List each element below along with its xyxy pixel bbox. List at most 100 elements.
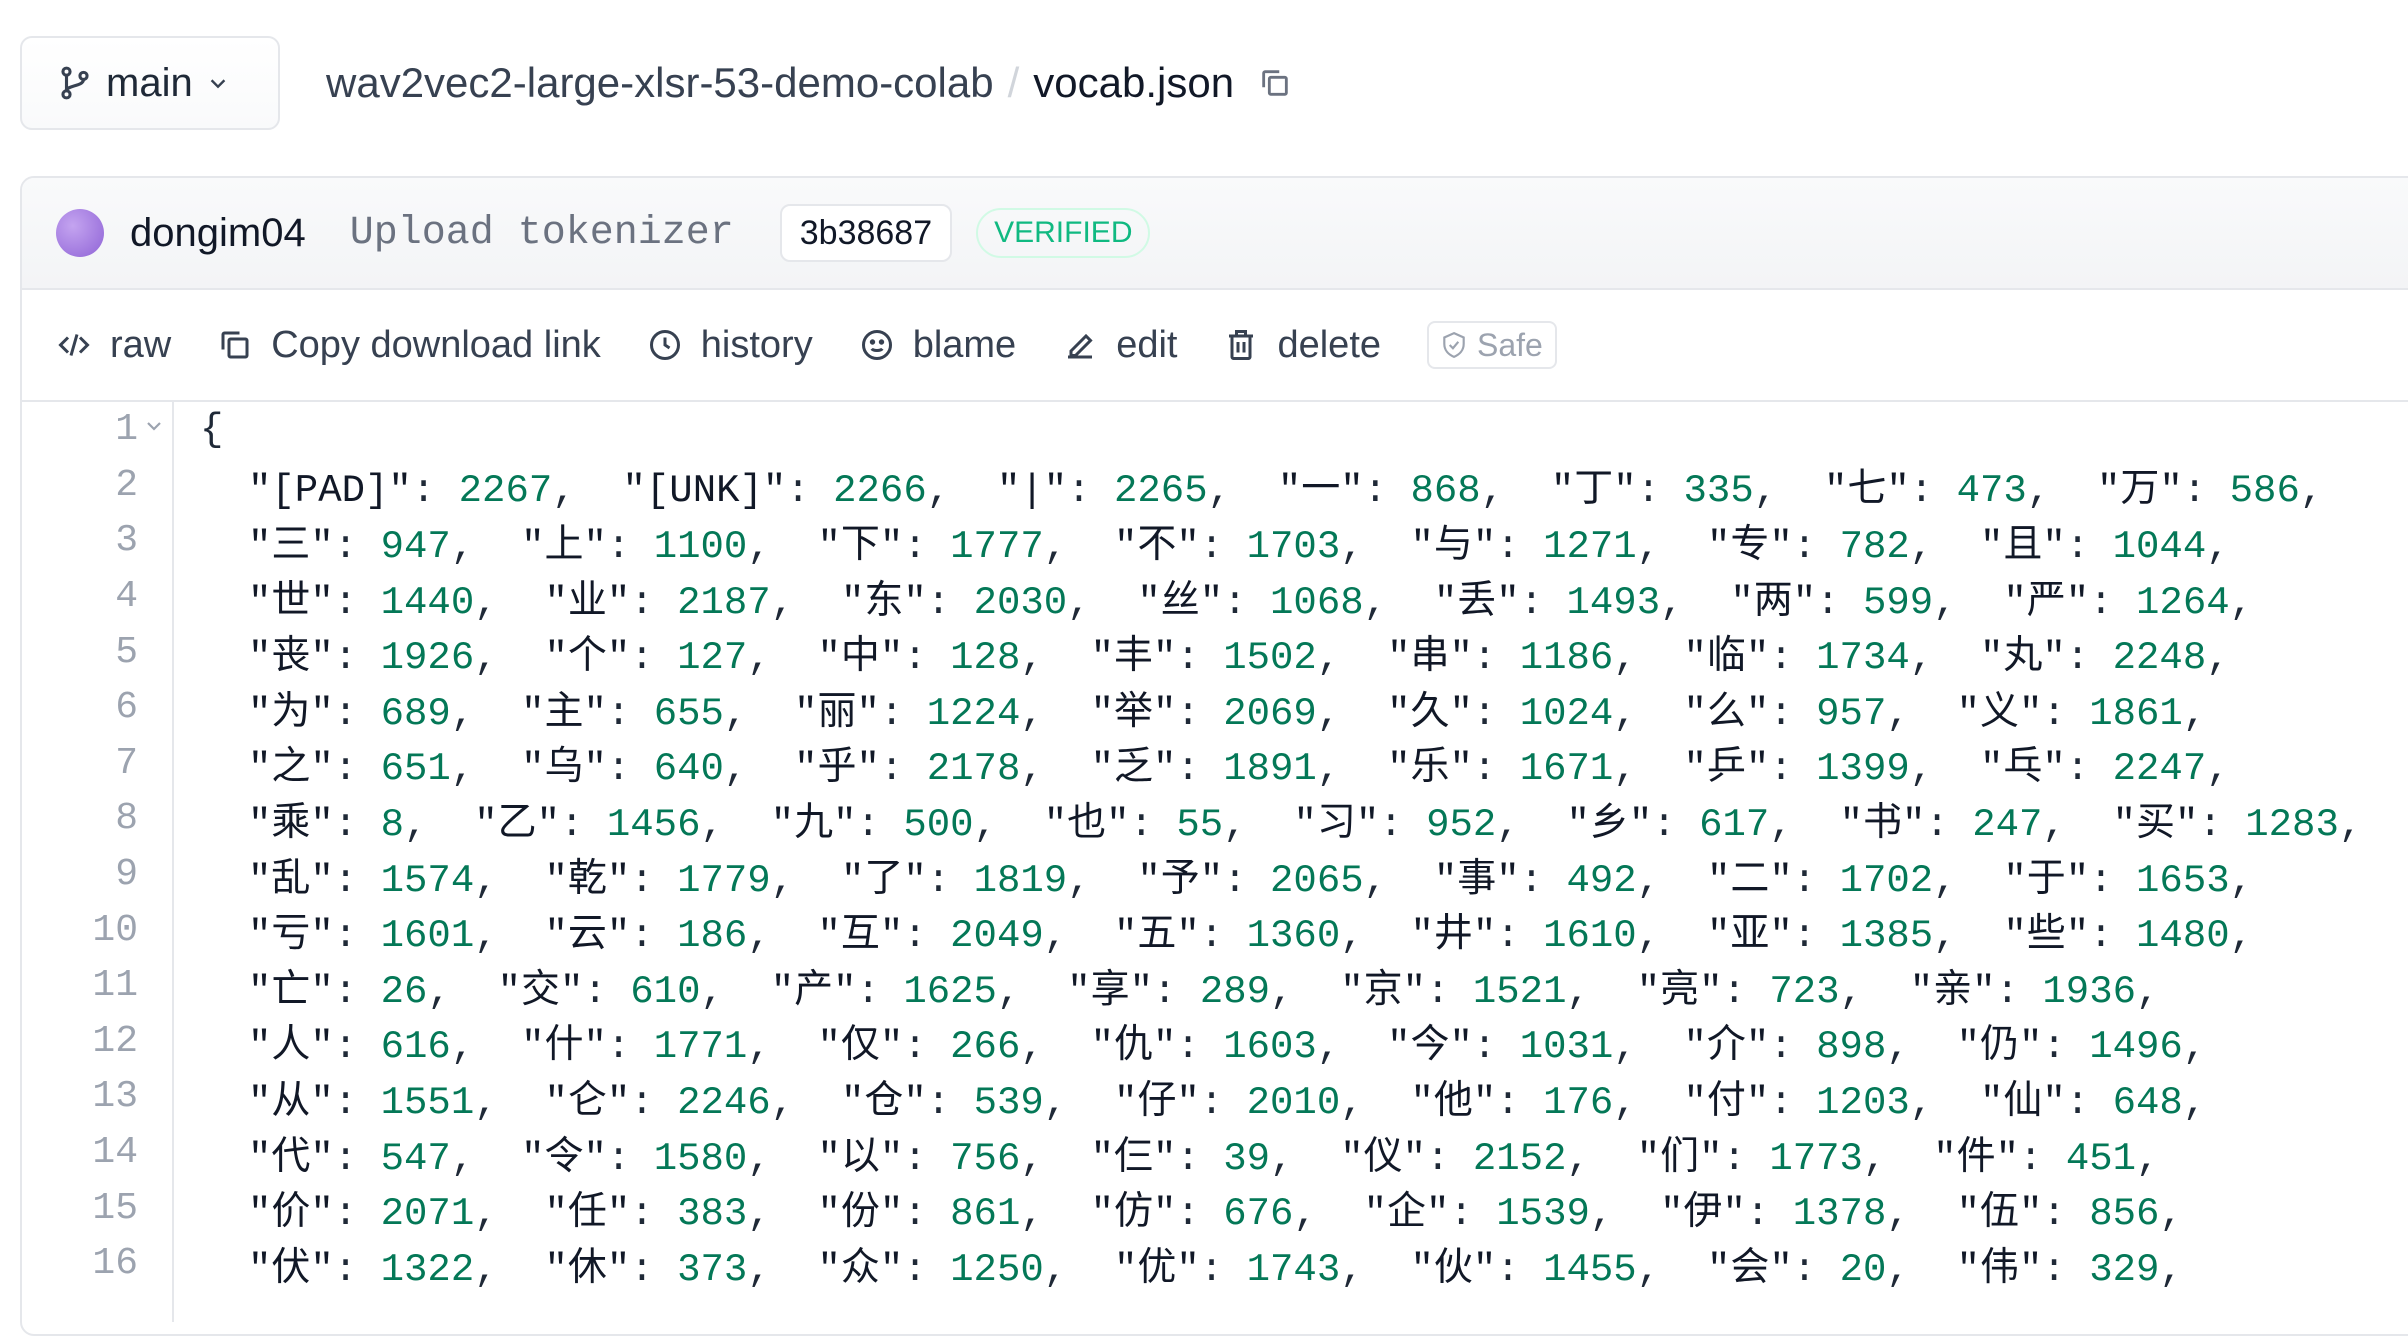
- json-entry: "互": 2049,: [817, 914, 1114, 959]
- json-key: "什": [521, 1025, 607, 1070]
- json-value: 1378: [1792, 1192, 1887, 1237]
- code-line: 5 "丧": 1926, "个": 127, "中": 128, "丰": 150…: [22, 624, 2408, 681]
- json-entry: "于": 1653,: [2003, 858, 2300, 903]
- json-value: 20: [1839, 1247, 1887, 1292]
- json-value: 383: [677, 1192, 748, 1237]
- json-key: "仿": [1090, 1192, 1177, 1237]
- json-entry: "丸": 2248,: [1980, 636, 2277, 681]
- json-key: "亏": [248, 914, 334, 959]
- json-entry: "人": 616,: [248, 1025, 522, 1070]
- avatar[interactable]: [56, 209, 104, 257]
- json-value: 1861: [2089, 691, 2183, 736]
- json-key: "串": [1387, 636, 1473, 681]
- edit-button[interactable]: edit: [1062, 324, 1177, 367]
- json-entry: "中": 128,: [817, 636, 1091, 681]
- commit-sha[interactable]: 3b38687: [779, 204, 953, 262]
- json-key: "临": [1683, 636, 1770, 681]
- history-button[interactable]: history: [647, 324, 813, 367]
- json-key: "仙": [1980, 1080, 2066, 1125]
- json-entry: "|": 2265,: [996, 469, 1278, 514]
- copy-icon[interactable]: [1258, 66, 1292, 100]
- code-text: "[PAD]": 2267, "[UNK]": 2266, "|": 2265,…: [248, 457, 2370, 513]
- json-key: "井": [1410, 914, 1497, 959]
- raw-button[interactable]: raw: [56, 324, 171, 367]
- json-key: "之": [248, 747, 334, 792]
- json-key: "乡": [1566, 802, 1653, 847]
- line-number: 12: [92, 1019, 138, 1063]
- json-value: 756: [950, 1136, 1021, 1181]
- json-value: 2049: [950, 914, 1044, 959]
- code-text: "丧": 1926, "个": 127, "中": 128, "丰": 1502…: [248, 624, 2276, 680]
- json-entry: "件": 451,: [1933, 1136, 2207, 1181]
- json-key: "乌": [521, 747, 607, 792]
- commit-message[interactable]: Upload tokenizer: [350, 211, 734, 256]
- json-entry: "习": 952,: [1293, 802, 1567, 847]
- json-key: "从": [248, 1080, 334, 1125]
- json-entry: "亮": 723,: [1636, 969, 1910, 1014]
- json-key: "京": [1340, 969, 1427, 1014]
- json-entry: "不": 1703,: [1114, 524, 1411, 569]
- json-value: 2266: [833, 469, 927, 514]
- json-value: 2246: [677, 1080, 771, 1125]
- json-key: "仇": [1090, 1025, 1177, 1070]
- json-key: "他": [1410, 1080, 1497, 1125]
- json-entry: "乏": 1891,: [1090, 747, 1388, 792]
- json-key: "伊": [1660, 1192, 1746, 1237]
- json-key: "[UNK]": [622, 469, 787, 514]
- json-value: 8: [380, 802, 405, 847]
- json-entry: "仑": 2246,: [544, 1080, 841, 1125]
- json-key: "乙": [474, 802, 561, 847]
- json-key: "乎": [794, 747, 880, 792]
- json-value: 1743: [1246, 1247, 1341, 1292]
- json-key: "世": [248, 580, 334, 625]
- json-value: 1024: [1519, 691, 1614, 736]
- code-text: "从": 1551, "仑": 2246, "仓": 539, "仔": 201…: [248, 1069, 2253, 1125]
- json-entry: "业": 2187,: [544, 580, 841, 625]
- json-entry: "丝": 1068,: [1137, 580, 1434, 625]
- json-entry: "以": 756,: [817, 1136, 1091, 1181]
- json-entry: "书": 247,: [1839, 802, 2113, 847]
- json-value: 1539: [1496, 1192, 1590, 1237]
- safe-badge[interactable]: Safe: [1427, 321, 1557, 369]
- copy-download-link-button[interactable]: Copy download link: [217, 324, 601, 367]
- json-key: "也": [1043, 802, 1130, 847]
- json-key: "件": [1933, 1136, 2019, 1181]
- blame-button[interactable]: blame: [859, 323, 1017, 367]
- file-panel: dongim04 Upload tokenizer 3b38687 VERIFI…: [20, 176, 2408, 1336]
- json-entry: "乓": 2247,: [1980, 747, 2277, 792]
- json-entry: "他": 176,: [1410, 1080, 1684, 1125]
- code-text: "价": 2071, "任": 383, "份": 861, "仿": 676,…: [248, 1180, 2230, 1236]
- json-value: 1734: [1816, 636, 1910, 681]
- blame-label: blame: [912, 323, 1017, 366]
- json-entry: "仪": 2152,: [1340, 1136, 1637, 1181]
- line-number: 5: [115, 630, 138, 674]
- history-label: history: [700, 323, 813, 366]
- commit-author[interactable]: dongim04: [130, 211, 306, 256]
- json-key: "与": [1410, 524, 1497, 569]
- code-text: "三": 947, "上": 1100, "下": 1777, "不": 170…: [248, 513, 2276, 569]
- json-value: 451: [2065, 1136, 2137, 1181]
- json-key: "人": [248, 1025, 334, 1070]
- delete-button[interactable]: delete: [1223, 324, 1381, 367]
- json-value: 1891: [1223, 747, 1317, 792]
- json-entry: "仔": 2010,: [1114, 1080, 1411, 1125]
- line-number: 15: [92, 1186, 138, 1230]
- json-entry: "仅": 266,: [817, 1025, 1091, 1070]
- json-entry: "么": 957,: [1683, 691, 1957, 736]
- copy-icon: [221, 331, 249, 359]
- repo-link[interactable]: wav2vec2-large-xlsr-53-demo-colab: [326, 59, 994, 107]
- json-key: "丁": [1550, 469, 1637, 514]
- json-entry: "亚": 1385,: [1706, 914, 2004, 959]
- json-value: 1224: [926, 691, 1021, 736]
- branch-selector[interactable]: main: [20, 36, 280, 130]
- json-key: "么": [1683, 691, 1770, 736]
- json-value: 1385: [1839, 914, 1934, 959]
- code-text: "乘": 8, "乙": 1456, "九": 500, "也": 55, "习…: [248, 791, 2408, 847]
- json-key: "上": [521, 524, 607, 569]
- json-value: 500: [903, 802, 974, 847]
- json-value: 1551: [380, 1080, 475, 1125]
- chevron-down-icon[interactable]: [144, 416, 164, 436]
- json-value: 952: [1426, 802, 1497, 847]
- json-value: 186: [677, 914, 748, 959]
- json-entry: "亡": 26,: [248, 969, 498, 1014]
